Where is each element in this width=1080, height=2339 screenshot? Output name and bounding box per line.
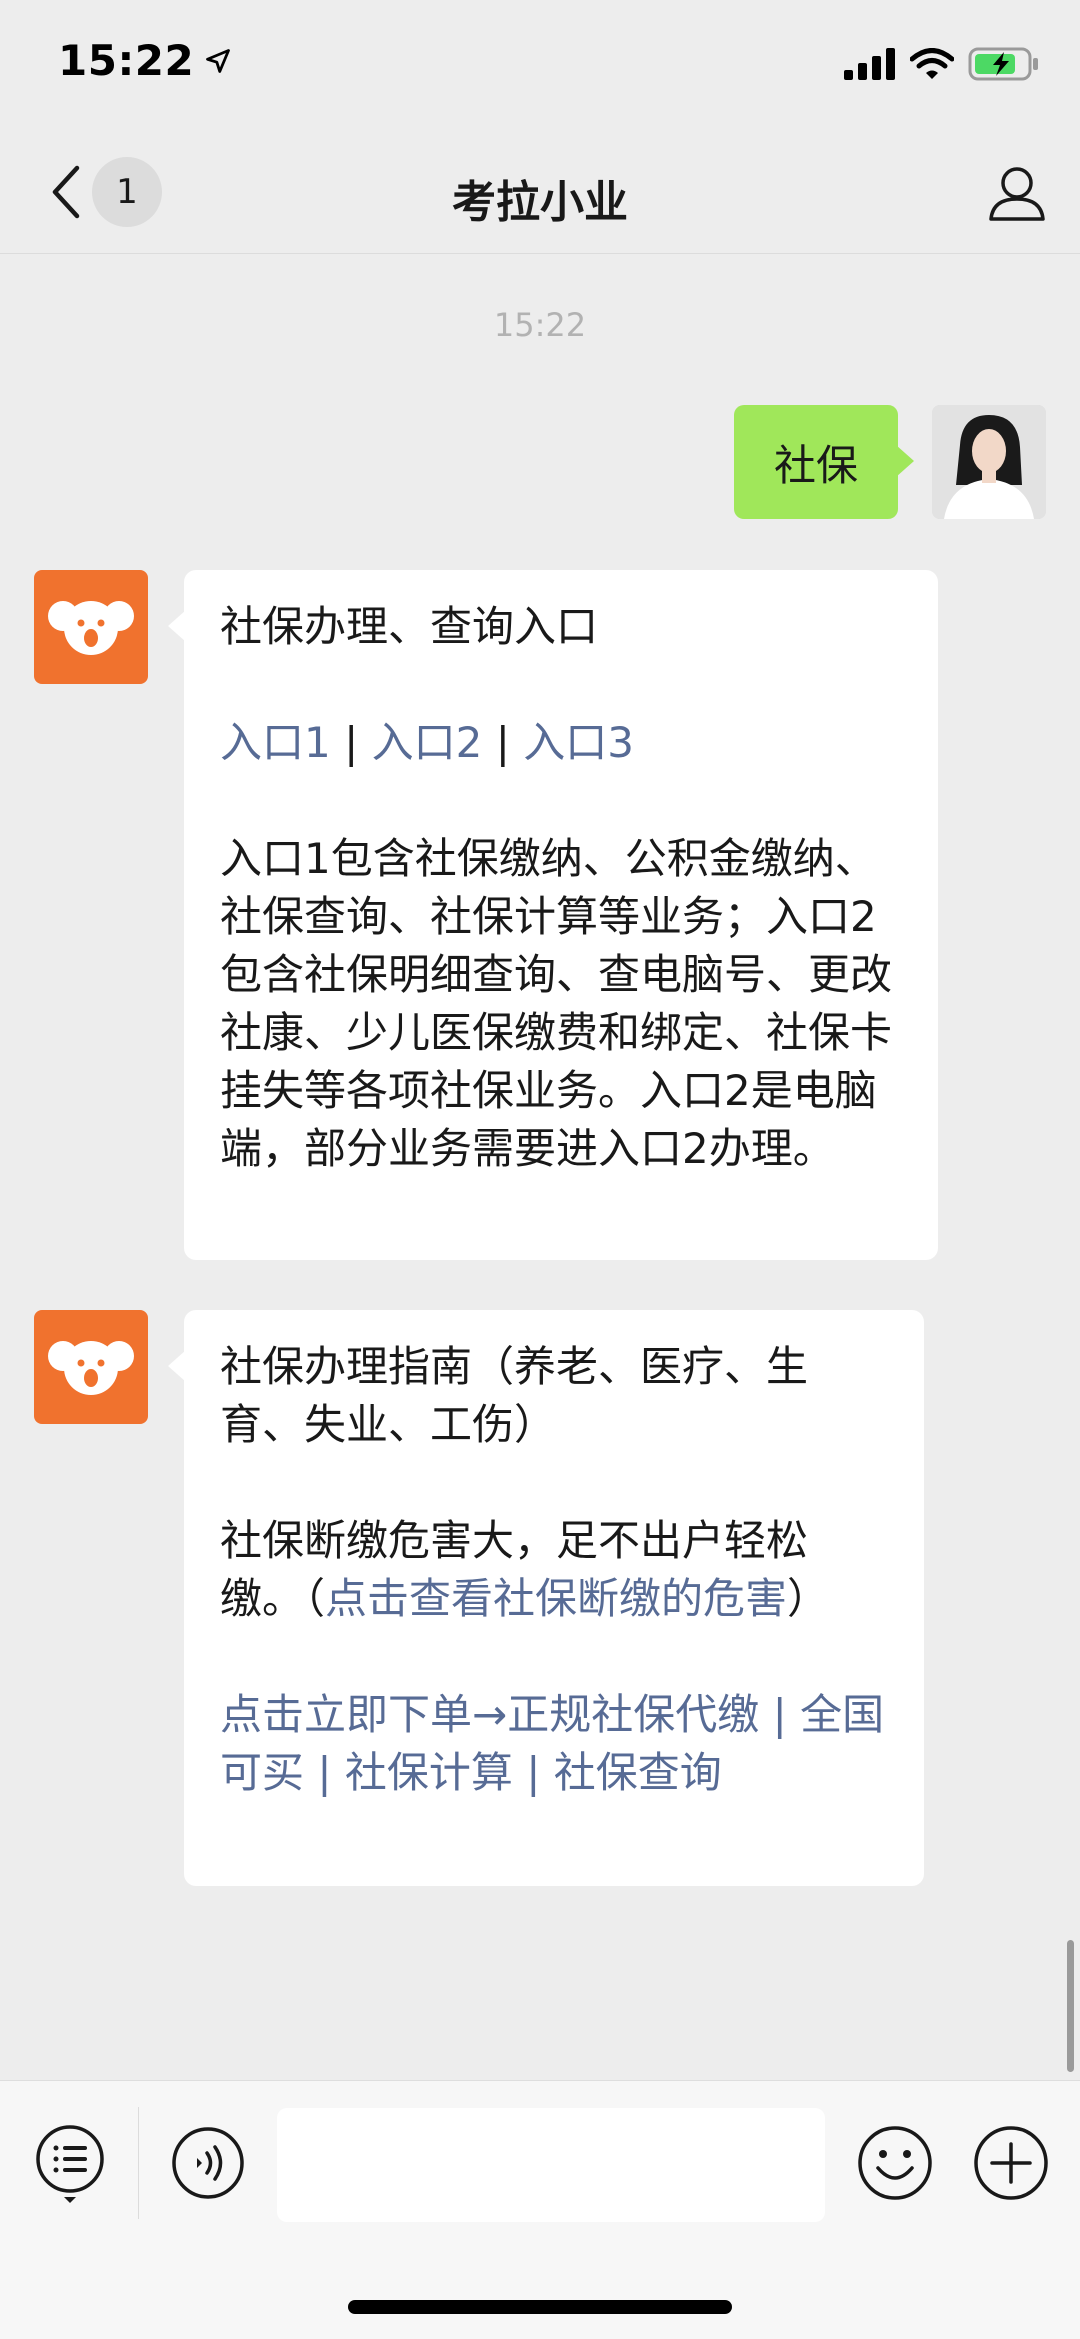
toolbar-divider	[138, 2107, 139, 2219]
calculate-link[interactable]: 社保计算	[345, 1748, 513, 1797]
home-indicator[interactable]	[348, 2300, 732, 2314]
add-more-button[interactable]	[969, 2121, 1053, 2205]
official-account-avatar[interactable]	[34, 1310, 148, 1424]
user-avatar[interactable]	[932, 405, 1046, 519]
page-title: 考拉小业	[452, 177, 628, 228]
message-title: 社保办理、查询入口	[220, 602, 599, 651]
query-link[interactable]: 社保查询	[554, 1748, 722, 1797]
link-separator: |	[526, 1748, 541, 1797]
link-separator: |	[317, 1748, 332, 1797]
profile-button[interactable]	[982, 158, 1052, 228]
cellular-signal-icon	[844, 48, 895, 80]
nav-bar: 1 考拉小业	[0, 130, 1080, 254]
link-separator: |	[344, 718, 359, 767]
order-link[interactable]: 点击立即下单→正规社保代缴	[220, 1690, 759, 1739]
status-icons	[844, 46, 1040, 82]
sent-message-text: 社保	[773, 440, 858, 490]
plus-icon	[974, 2126, 1048, 2200]
entry-link-3[interactable]: 入口3	[523, 718, 634, 767]
status-bar: 15:22	[0, 0, 1080, 130]
message-timestamp: 15:22	[493, 306, 587, 344]
battery-charging-icon	[968, 47, 1038, 81]
emoji-button[interactable]	[853, 2121, 937, 2205]
voice-icon	[172, 2127, 244, 2199]
status-time: 15:22	[58, 36, 195, 85]
body-link[interactable]: 点击查看社保断缴的危害	[325, 1574, 787, 1623]
person-icon	[989, 167, 1045, 221]
message-body: 社保断缴危害大，足不出户轻松缴。（点击查看社保断缴的危害）	[220, 1512, 888, 1628]
status-time-group: 15:22	[58, 36, 232, 85]
entry-link-1[interactable]: 入口1	[220, 718, 331, 767]
sent-message-bubble[interactable]: 社保	[734, 405, 914, 519]
link-separator: |	[772, 1690, 787, 1739]
message-input[interactable]	[277, 2108, 825, 2222]
entry-link-2[interactable]: 入口2	[372, 718, 483, 767]
body-text-end: ）	[787, 1574, 830, 1623]
message-title: 社保办理指南（养老、医疗、生育、失业、工伤）	[220, 1342, 809, 1449]
voice-button[interactable]	[166, 2121, 250, 2205]
menu-button[interactable]	[28, 2121, 112, 2205]
koala-logo-icon	[48, 1341, 134, 1395]
koala-logo-icon	[48, 601, 134, 655]
user-photo-icon	[932, 405, 1046, 519]
received-message-bubble[interactable]: 社保办理、查询入口 入口1 | 入口2 | 入口3 入口1包含社保缴纳、公积金缴…	[168, 570, 938, 1260]
emoji-icon	[858, 2126, 932, 2200]
location-arrow-icon	[206, 48, 231, 73]
service-links: 点击立即下单→正规社保代缴 | 全国可买 | 社保计算 | 社保查询	[220, 1686, 888, 1802]
entry-links: 入口1 | 入口2 | 入口3	[220, 714, 902, 772]
scrollbar[interactable]	[1067, 1940, 1074, 2072]
message-body: 入口1包含社保缴纳、公积金缴纳、社保查询、社保计算等业务；入口2包含社保明细查询…	[220, 834, 893, 1173]
link-separator: |	[495, 718, 510, 767]
received-message-bubble[interactable]: 社保办理指南（养老、医疗、生育、失业、工伤） 社保断缴危害大，足不出户轻松缴。（…	[168, 1310, 924, 1886]
menu-list-icon	[36, 2125, 104, 2203]
official-account-avatar[interactable]	[34, 570, 148, 684]
wifi-icon	[910, 48, 954, 79]
chat-screen: 15:22 1 考拉小业 15:22 社保 社保办理、查询入口 入口1 | 入口…	[0, 0, 1080, 2339]
